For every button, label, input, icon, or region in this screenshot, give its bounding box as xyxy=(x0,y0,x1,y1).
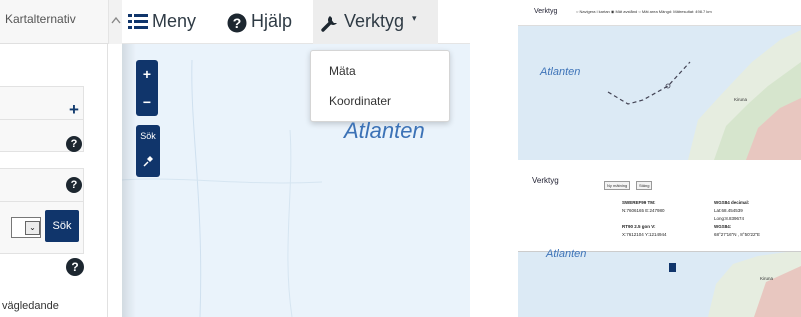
question-circle-icon: ? xyxy=(227,13,247,33)
help-question-icon[interactable]: ? xyxy=(66,136,82,152)
tools-dropdown-menu: Mäta Koordinater xyxy=(310,50,450,122)
help-label: Hjälp xyxy=(251,11,293,31)
sweref-title: SWEREF99 TM: xyxy=(622,200,656,205)
city-label-kiruna: Kiruna xyxy=(760,276,774,281)
sidebar-footer-text: vägledande xyxy=(2,300,59,312)
menu-label: Meny xyxy=(152,11,197,31)
coordinates-map-preview: Verktyg Ny mätning Stäng SWEREF99 TM: N:… xyxy=(518,164,801,317)
map-label-atlanten: Atlanten xyxy=(540,66,581,78)
map-label-atlanten: Atlanten xyxy=(546,248,587,260)
measure-map-preview: Verktyg ○ Navigera i kartan ◉ Mät avstån… xyxy=(518,0,801,160)
left-sidebar: Kartalternativ + ? ? ⌄ Sök ? vägledande xyxy=(0,0,108,317)
dropdown-item-coordinates[interactable]: Koordinater xyxy=(329,94,391,108)
wgs-long: Long:8.839674 xyxy=(714,216,745,221)
wgs-decimal-title: WGS84 decimal: xyxy=(714,200,750,205)
sidebar-header[interactable]: Kartalternativ xyxy=(0,0,108,44)
right-screenshot-panel: Verktyg ○ Navigera i kartan ◉ Mät avstån… xyxy=(508,0,801,317)
zoom-out-button[interactable]: − xyxy=(136,88,158,116)
zoom-in-button[interactable]: + xyxy=(136,60,158,88)
chevron-down-icon: ⌄ xyxy=(25,221,40,235)
measure-options[interactable]: ○ Navigera i kartan ◉ Mät avstånd ○ Mät … xyxy=(576,9,712,14)
tools-label: Verktyg xyxy=(534,8,558,15)
help-question-icon[interactable]: ? xyxy=(66,258,84,276)
map-label-atlanten: Atlanten xyxy=(344,118,425,143)
new-measure-button[interactable]: Ny mätning xyxy=(604,181,631,190)
wgs-dms: 68°27'16"N , 8°50'22"E xyxy=(714,232,761,237)
tools-label: Verktyg xyxy=(344,11,405,31)
panel-shadow xyxy=(122,44,136,317)
dropdown-item-measure[interactable]: Mäta xyxy=(329,64,356,78)
map-top-nav: Meny ? Hjälp Verktyg ▾ xyxy=(122,0,470,44)
pin-icon[interactable] xyxy=(142,155,154,167)
tools-label: Verktyg xyxy=(532,176,559,185)
map-grid-lines xyxy=(122,59,323,317)
sidebar-collapse-toggle[interactable] xyxy=(108,0,122,44)
wgs-title: WGS84: xyxy=(714,224,732,229)
map-panel[interactable]: Meny ? Hjälp Verktyg ▾ Mäta Koordinater xyxy=(122,0,470,317)
rt90-title: RT90 2.5 gon V: xyxy=(622,224,656,229)
rt90-values: X:7612104 Y:1214944 xyxy=(622,232,667,237)
sidebar-header-label: Kartalternativ xyxy=(5,12,76,26)
chevron-up-icon xyxy=(111,16,121,24)
page-root: Kartalternativ + ? ? ⌄ Sök ? vägledande xyxy=(0,0,801,317)
add-plus-button[interactable]: + xyxy=(69,101,79,118)
close-button[interactable]: Stäng xyxy=(636,181,653,190)
sweref-values: N:7606165 E:247980 xyxy=(622,208,665,213)
wrench-icon xyxy=(321,16,337,32)
svg-text:?: ? xyxy=(233,15,242,31)
zoom-controls: + − xyxy=(136,60,158,116)
search-button[interactable]: Sök xyxy=(45,210,79,242)
map-search-button[interactable]: Sök xyxy=(136,131,160,141)
map-pin-marker[interactable] xyxy=(669,263,676,272)
location-select[interactable]: ⌄ xyxy=(11,217,41,238)
divider xyxy=(0,119,84,120)
list-icon xyxy=(128,14,148,29)
help-question-icon[interactable]: ? xyxy=(66,177,82,193)
city-label-kiruna: Kiruna xyxy=(734,97,748,102)
coordinates-popup: Verktyg Ny mätning Stäng SWEREF99 TM: N:… xyxy=(518,164,801,252)
divider xyxy=(0,201,84,202)
tools-bar-top: Verktyg ○ Navigera i kartan ◉ Mät avstån… xyxy=(518,0,801,26)
map-tool-stack: Sök xyxy=(136,125,160,177)
wgs-lat: Lat:68.454539 xyxy=(714,208,743,213)
caret-down-icon: ▾ xyxy=(412,13,417,23)
